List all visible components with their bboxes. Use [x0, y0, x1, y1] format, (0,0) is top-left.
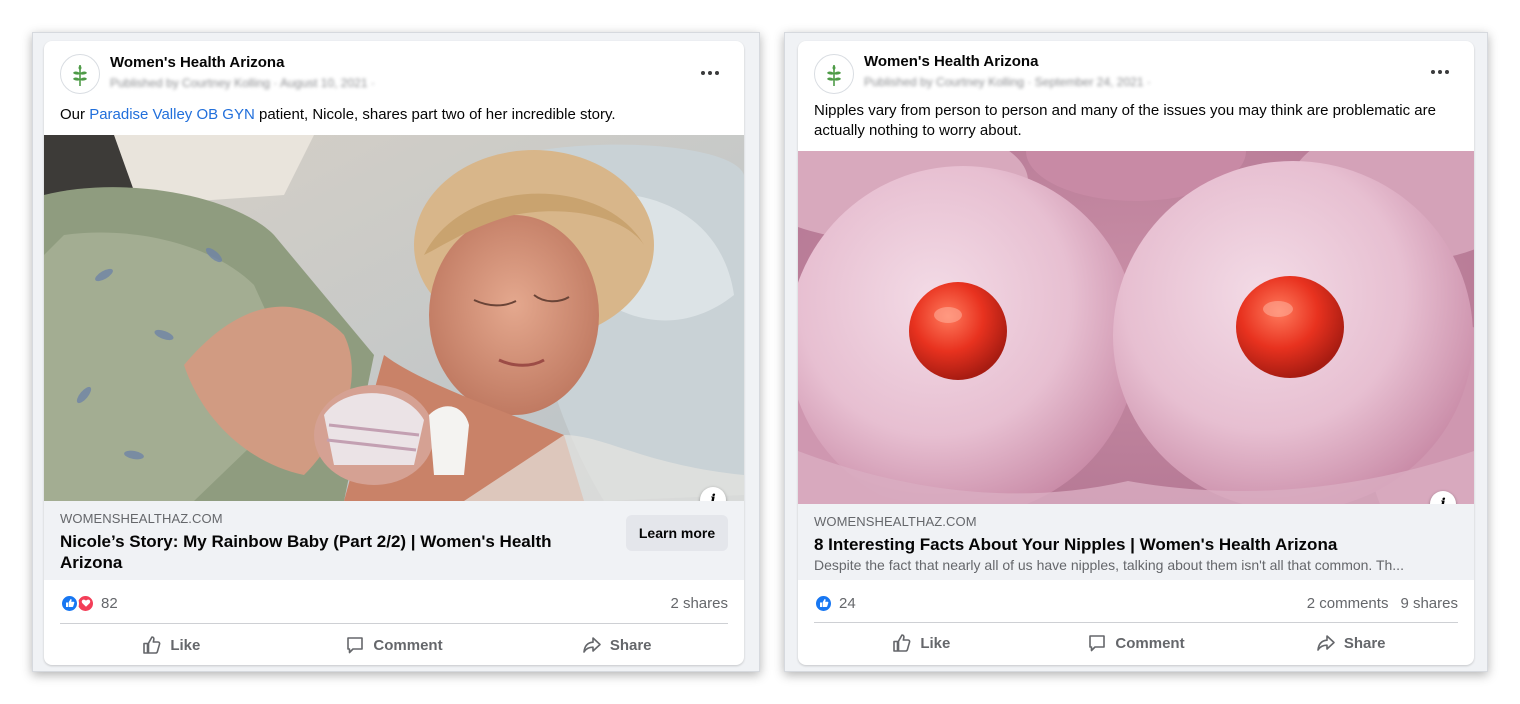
post-frame-right: Women's Health Arizona Published by Cour…	[784, 32, 1488, 672]
comment-icon	[1089, 635, 1106, 652]
action-bar: Like Comment Share	[814, 623, 1458, 663]
reaction-count[interactable]: 82	[101, 595, 118, 612]
post-stats: 2 comments 9 shares	[1307, 595, 1458, 612]
leaf-logo-icon	[827, 65, 841, 86]
action-bar: Like Comment Share	[60, 625, 728, 665]
more-options-icon[interactable]	[692, 61, 728, 85]
like-label: Like	[170, 636, 201, 654]
post-header: Women's Health Arizona Published by Cour…	[44, 41, 744, 101]
post-text-link[interactable]: Paradise Valley OB GYN	[89, 106, 255, 123]
shares-count[interactable]: 2 shares	[670, 595, 728, 612]
reaction-icons[interactable]	[60, 593, 95, 613]
comment-label: Comment	[373, 636, 443, 654]
share-label: Share	[1343, 634, 1386, 652]
link-title[interactable]: 8 Interesting Facts About Your Nipples |…	[814, 534, 1454, 555]
post-text-start: Our	[60, 106, 90, 123]
comment-label: Comment	[1115, 634, 1185, 652]
page-avatar[interactable]	[60, 54, 100, 94]
reactions-summary: 82 2 shares	[60, 591, 728, 615]
post-image[interactable]	[44, 135, 744, 501]
post-card: Women's Health Arizona Published by Cour…	[798, 41, 1474, 665]
comment-icon	[347, 637, 364, 654]
post-byline: Published by Courtney Kolling · Septembe…	[864, 75, 1151, 89]
comment-button[interactable]: Comment	[1029, 623, 1244, 663]
post-text: Our Paradise Valley OB GYN patient, Nico…	[60, 105, 728, 125]
page-avatar[interactable]	[814, 54, 854, 94]
post-text-end: patient, Nicole, shares part two of her …	[254, 106, 616, 123]
link-domain: WOMENSHEALTHAZ.COM	[60, 511, 223, 526]
like-label: Like	[920, 634, 951, 652]
share-label: Share	[609, 636, 652, 654]
link-description: Despite the fact that nearly all of us h…	[814, 557, 1404, 573]
leaf-logo-icon	[73, 65, 87, 86]
like-icon	[60, 593, 79, 613]
comments-count[interactable]: 2 comments	[1307, 595, 1389, 612]
more-options-icon[interactable]	[1422, 60, 1458, 84]
page-name[interactable]: Women's Health Arizona	[864, 53, 1038, 70]
post-card: Women's Health Arizona Published by Cour…	[44, 41, 744, 665]
post-header: Women's Health Arizona Published by Cour…	[798, 41, 1474, 101]
ice-cream-scoops-photo	[798, 151, 1474, 504]
learn-more-button[interactable]: Learn more	[626, 515, 728, 551]
like-button[interactable]: Like	[60, 625, 283, 665]
link-preview[interactable]: WOMENSHEALTHAZ.COM Nicole’s Story: My Ra…	[44, 501, 744, 580]
mother-newborn-photo	[44, 135, 744, 501]
link-title[interactable]: Nicole’s Story: My Rainbow Baby (Part 2/…	[60, 531, 580, 573]
page-name[interactable]: Women's Health Arizona	[110, 54, 284, 71]
like-button[interactable]: Like	[814, 623, 1029, 663]
thumbs-up-icon	[143, 636, 161, 654]
link-preview[interactable]: WOMENSHEALTHAZ.COM 8 Interesting Facts A…	[798, 504, 1474, 580]
post-stats: 2 shares	[670, 595, 728, 612]
post-text: Nipples vary from person to person and m…	[814, 102, 1436, 139]
share-button[interactable]: Share	[505, 625, 728, 665]
shares-count[interactable]: 9 shares	[1400, 595, 1458, 612]
share-arrow-icon	[1317, 635, 1335, 651]
link-domain: WOMENSHEALTHAZ.COM	[814, 514, 977, 529]
share-arrow-icon	[583, 637, 601, 653]
comment-button[interactable]: Comment	[283, 625, 506, 665]
reactions-summary: 24 2 comments 9 shares	[814, 591, 1458, 615]
like-icon	[814, 593, 833, 613]
post-byline: Published by Courtney Kolling · August 1…	[110, 76, 375, 90]
post-image[interactable]	[798, 151, 1474, 504]
reaction-count[interactable]: 24	[839, 595, 856, 612]
thumbs-up-icon	[893, 634, 911, 652]
post-frame-left: Women's Health Arizona Published by Cour…	[32, 32, 760, 672]
divider	[60, 623, 728, 624]
reaction-icons[interactable]	[814, 593, 833, 613]
share-button[interactable]: Share	[1243, 623, 1458, 663]
